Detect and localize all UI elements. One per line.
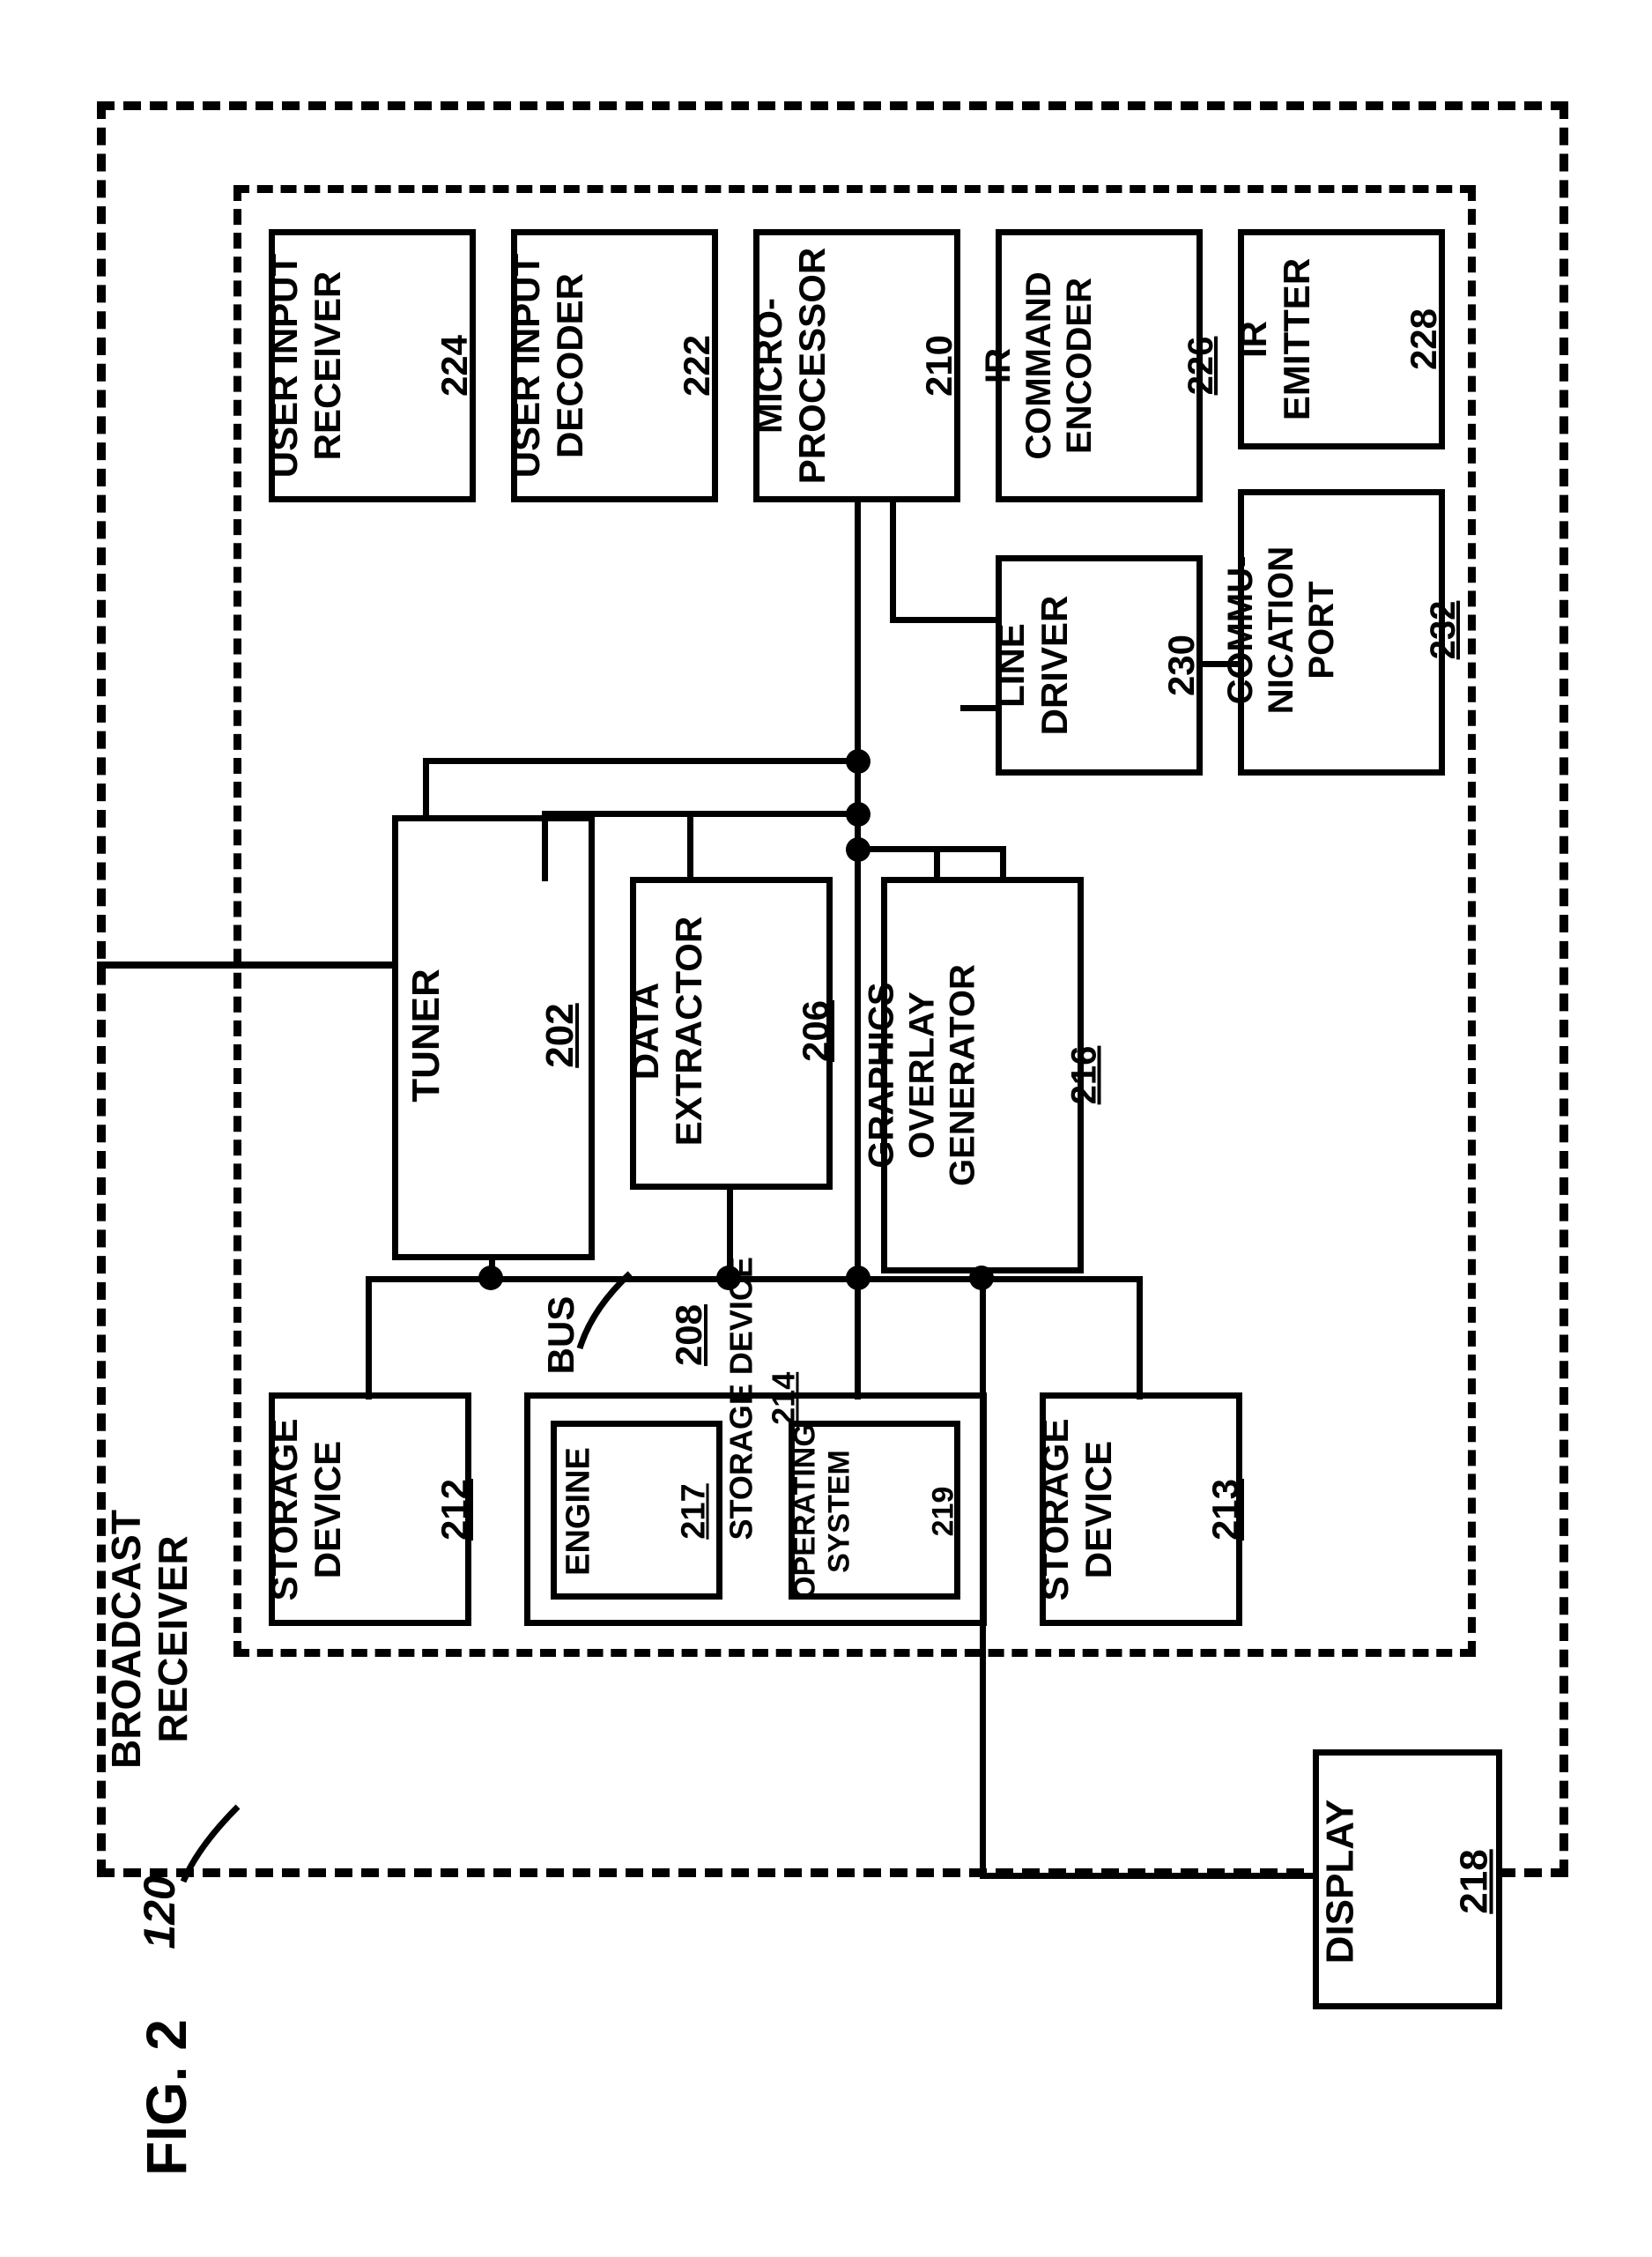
wire-extractor-bottom [727,1190,733,1278]
display-ref: 218 [1452,1800,1497,1964]
storage-device-212-label: STORAGE DEVICE 212 [286,1395,454,1624]
wire-tuner-top-drop [423,758,429,820]
communication-port-text: COMMU- NICATION PORT [1220,546,1342,714]
operating-system-text: OPERATING SYSTEM [789,1423,857,1600]
micro-processor-text: MICRO- PROCESSOR [748,248,833,484]
bus-node-2 [846,802,870,827]
broadcast-receiver-refnum: 120 [135,1875,186,1949]
wire-linedrv-to-commport [1203,661,1242,667]
figure-label: FIG. 2 [115,1983,220,2212]
graphics-overlay-generator-ref: 216 [1064,964,1105,1186]
engine-ref: 217 [675,1447,714,1576]
graphics-overlay-generator-text: GRAPHICS OVERLAY GENERATOR [862,964,983,1186]
wire-overlay-down-out [980,1273,986,1877]
bus-vertical [855,502,861,1397]
diagram-stage: BROADCAST RECEIVER 120 USER INPUT RECEIV… [0,0,1652,2257]
ir-emitter-text: IR EMITTER [1233,258,1318,420]
ir-emitter-label: IR EMITTER 228 [1260,225,1419,454]
figure-label-text: FIG. 2 [135,2019,200,2176]
user-input-receiver-text: USER INPUT RECEIVER [263,254,349,478]
bus-node-extractor [716,1266,741,1290]
communication-port-label: COMMU- NICATION PORT 232 [1236,511,1448,749]
wire-bus-to-tuner-top [423,758,861,764]
storage-device-214-ref: 214 [765,1372,801,1425]
user-input-decoder-text: USER INPUT DECODER [506,254,591,478]
bus-text: BUS [540,1296,582,1375]
storage-device-213-label: STORAGE DEVICE 213 [1057,1395,1225,1624]
data-extractor-text: DATA EXTRACTOR [625,917,710,1147]
wire-mp-to-linedrv [890,617,1000,623]
storage-device-213-ref: 213 [1204,1419,1247,1601]
storage-device-212-text: STORAGE DEVICE [263,1419,349,1601]
tuner-text: TUNER [404,969,449,1103]
bus-node-1 [846,749,870,774]
operating-system-label: OPERATING SYSTEM 219 [800,1408,950,1615]
display-label: DISPLAY 218 [1324,1774,1492,1990]
communication-port-ref: 232 [1423,546,1463,714]
wire-extractor-top-drop-a [542,811,548,881]
wire-to-storage-212 [366,1276,372,1399]
engine-label: ENGINE 217 [567,1413,707,1611]
wire-to-storage-214 [855,1276,861,1399]
wire-mp-branch-v [890,502,896,623]
bus-node-3 [846,837,870,862]
wire-bus-to-overlay-top-b [855,846,1004,852]
wire-overlay-top-drop-a [934,846,940,881]
engine-text: ENGINE [559,1447,598,1576]
wire-overlay-top-drop-b [1000,846,1006,881]
graphics-overlay-generator-label: GRAPHICS OVERLAY GENERATOR 216 [873,954,1093,1197]
storage-device-212-ref: 212 [433,1419,476,1601]
display-text: DISPLAY [1318,1800,1363,1964]
wire-to-storage-213 [1137,1276,1143,1399]
bus-ref: 208 [668,1296,710,1375]
broadcast-receiver-label: BROADCAST RECEIVER [115,1454,185,1824]
wire-extractor-top-drop-b [687,811,693,881]
storage-device-213-text: STORAGE DEVICE [1034,1419,1120,1601]
bus-label: BUS 208 [573,1282,678,1388]
broadcast-receiver-ref: 120 [134,1860,187,1965]
wire-linedrv-bot [960,705,1000,711]
wire-to-display [980,1873,1319,1879]
line-driver-text: LINE DRIVER [990,596,1076,736]
bus-node-tuner [478,1266,503,1290]
wire-bus-to-extractor-top-a [542,811,861,817]
ir-emitter-ref: 228 [1403,258,1445,420]
ir-command-encoder-text: IR COMMAND ENCODER [978,271,1100,459]
